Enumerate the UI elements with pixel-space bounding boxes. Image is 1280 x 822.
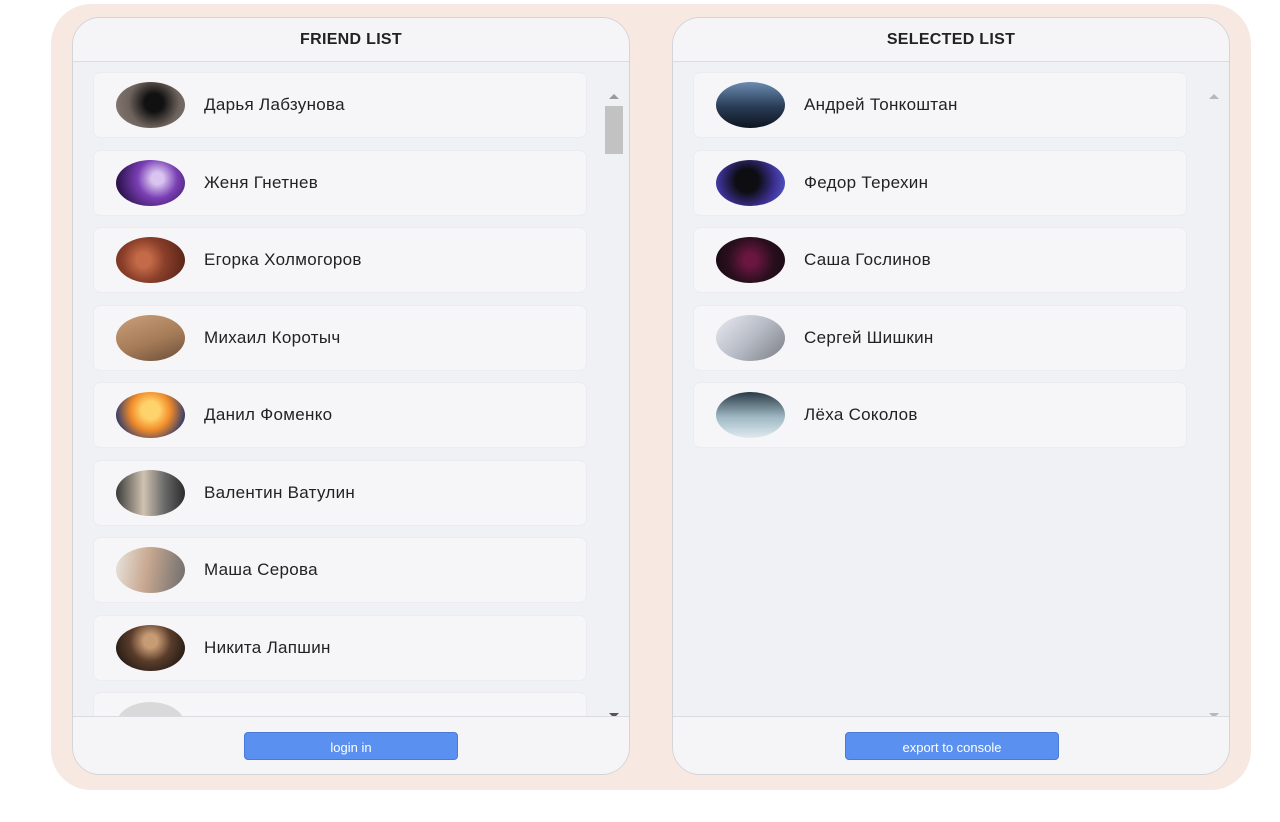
friend-list-item[interactable]: Маша Серова xyxy=(94,538,586,602)
selected-list-scrollbar[interactable] xyxy=(1203,78,1225,728)
friend-list-items: Дарья Лабзунова Женя Гнетнев Егорка Холмог… xyxy=(94,73,586,723)
friend-name: Никита Лапшин xyxy=(204,637,331,657)
friend-list-item[interactable]: Данил Фоменко xyxy=(94,383,586,447)
friend-name: Саша Гослинов xyxy=(804,250,931,269)
friend-name: Федор Терехин xyxy=(804,172,929,192)
friend-name: Лёха Соколов xyxy=(804,405,918,424)
avatar xyxy=(116,469,185,516)
friend-name: Егорка Холмогоров xyxy=(204,250,362,269)
friend-name: Маша Серова xyxy=(204,560,318,579)
selected-list-title: SELECTED LIST xyxy=(673,18,1229,62)
friend-list-item[interactable]: Лёха Соколов xyxy=(694,383,1186,447)
avatar xyxy=(116,82,185,128)
scroll-thumb[interactable] xyxy=(605,106,623,154)
friend-list-item[interactable]: Федор Терехин xyxy=(694,150,1186,215)
friend-list-item[interactable]: Никита Лапшин xyxy=(94,615,586,680)
friend-list-scroll-area[interactable]: Дарья Лабзунова Женя Гнетнев Егорка Холмог… xyxy=(73,62,629,723)
friend-list-scrollbar[interactable] xyxy=(603,78,625,728)
friend-list-item[interactable]: Саша Гослинов xyxy=(694,228,1186,292)
friend-list-item[interactable]: Михаил Коротыч xyxy=(94,305,586,370)
avatar xyxy=(716,392,785,438)
friend-list-item[interactable]: Дарья Лабзунова xyxy=(94,73,586,137)
export-to-console-button[interactable]: export to console xyxy=(845,732,1059,760)
friend-list-item[interactable]: Егорка Холмогоров xyxy=(94,228,586,292)
friend-list-item[interactable]: Валентин Ватулин xyxy=(94,460,586,525)
avatar xyxy=(116,314,185,361)
friend-list-item[interactable]: Андрей Тонкоштан xyxy=(694,73,1186,137)
avatar xyxy=(716,237,785,283)
friend-list-footer: login in xyxy=(73,716,629,774)
avatar xyxy=(116,547,185,593)
selected-list-footer: export to console xyxy=(673,716,1229,774)
avatar xyxy=(116,237,185,283)
friend-name: Андрей Тонкоштан xyxy=(804,95,958,114)
avatar xyxy=(116,392,185,438)
friend-name: Михаил Коротыч xyxy=(204,327,341,347)
scroll-up-arrow-icon[interactable] xyxy=(609,94,619,99)
selected-list-scroll-area[interactable]: Андрей Тонкоштан Федор Терехин Саша Гослин… xyxy=(673,62,1229,723)
friend-list-panel: FRIEND LIST Дарья Лабзунова Женя Гнетнев Е… xyxy=(72,17,630,775)
avatar xyxy=(716,82,785,128)
scroll-up-arrow-icon[interactable] xyxy=(1209,94,1219,99)
selected-list-items: Андрей Тонкоштан Федор Терехин Саша Гослин… xyxy=(694,73,1186,461)
friend-name: Дарья Лабзунова xyxy=(204,95,345,114)
friend-list-title: FRIEND LIST xyxy=(73,18,629,62)
avatar xyxy=(716,159,785,206)
friend-name: Валентин Ватулин xyxy=(204,482,356,502)
friend-name: Женя Гнетнев xyxy=(204,172,319,192)
avatar xyxy=(116,159,185,206)
friend-list-item[interactable]: Женя Гнетнев xyxy=(94,150,586,215)
avatar xyxy=(116,624,185,671)
selected-list-panel: SELECTED LIST Андрей Тонкоштан Федор Тере… xyxy=(672,17,1230,775)
login-button[interactable]: login in xyxy=(244,732,458,760)
avatar xyxy=(716,314,785,361)
friend-list-item[interactable]: Сергей Шишкин xyxy=(694,305,1186,370)
friend-name: Сергей Шишкин xyxy=(804,327,934,347)
friend-name: Данил Фоменко xyxy=(204,405,333,424)
